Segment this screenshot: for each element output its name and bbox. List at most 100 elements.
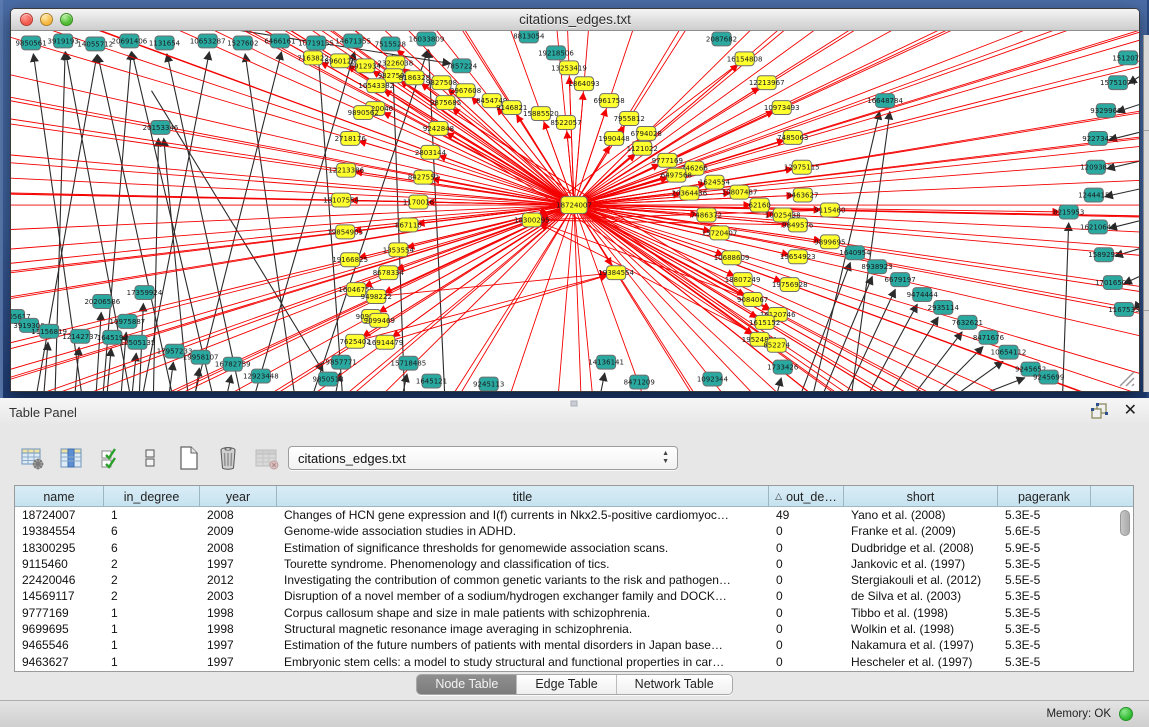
- table-toolbar: f(x): [20, 443, 319, 473]
- table-cell: Franke et al. (2009): [844, 523, 998, 539]
- node-label: 7857224: [446, 62, 478, 70]
- memory-ok-indicator-icon[interactable]: [1119, 707, 1133, 721]
- table-select-dropdown[interactable]: citations_edges.txt ▲▼: [288, 446, 678, 470]
- column-header-title[interactable]: title: [277, 486, 769, 507]
- node-label: 19384554: [598, 269, 634, 277]
- reference-edge[interactable]: [245, 54, 294, 391]
- citation-edge[interactable]: [574, 93, 583, 205]
- table-cell: Corpus callosum shape and size in male p…: [277, 605, 769, 621]
- node-label: 19854905: [327, 228, 363, 236]
- node-label: 12142737: [62, 333, 98, 341]
- table-cell: 2008: [200, 540, 277, 556]
- node-label: 9498222: [361, 293, 392, 301]
- column-header-short[interactable]: short: [844, 486, 998, 507]
- node-label: 16648784: [867, 97, 903, 105]
- node-label: 14671355: [335, 37, 371, 45]
- node-label: 3919193: [48, 37, 79, 45]
- dropdown-arrows-icon: ▲▼: [662, 450, 669, 466]
- column-header-out_de[interactable]: △out_de…: [769, 486, 844, 507]
- node-label: 2803144: [415, 149, 447, 157]
- table-row[interactable]: 911546021997Tourette syndrome. Phenomeno…: [15, 556, 1133, 572]
- table-cell: 9777169: [15, 605, 104, 621]
- table-cell: 2009: [200, 523, 277, 539]
- citation-edge[interactable]: [385, 275, 607, 342]
- table-row[interactable]: 977716911998Corpus callosum shape and si…: [15, 605, 1133, 621]
- node-attribute-table: namein_degreeyeartitle△out_de…shortpager…: [14, 485, 1134, 672]
- tab-node-table[interactable]: Node Table: [417, 675, 517, 694]
- table-cell: 5.9E-5: [998, 540, 1091, 556]
- column-header-pagerank[interactable]: pagerank: [998, 486, 1091, 507]
- node-label: 1864093: [568, 80, 599, 88]
- column-header-name[interactable]: name: [15, 486, 104, 507]
- node-label: 9875685: [430, 99, 461, 107]
- citation-edge[interactable]: [541, 220, 798, 225]
- node-label: 6497568: [661, 172, 692, 180]
- table-cell: 5.5E-5: [998, 572, 1091, 588]
- node-label: 1131654: [149, 39, 181, 47]
- reference-edge[interactable]: [1105, 189, 1139, 197]
- window-titlebar[interactable]: citations_edges.txt: [11, 9, 1139, 31]
- reference-edge[interactable]: [888, 317, 938, 391]
- merge-tables-button[interactable]: [137, 445, 163, 471]
- network-window[interactable]: citations_edges.txt 18724007716382289601…: [10, 8, 1140, 392]
- table-row[interactable]: 969969511998Structural magnetic resonanc…: [15, 621, 1133, 637]
- reference-edge[interactable]: [601, 373, 605, 391]
- show-columns-button[interactable]: [59, 445, 85, 471]
- node-label: 9827508: [426, 79, 457, 87]
- node-label: 17359924: [127, 289, 163, 297]
- reference-edge[interactable]: [778, 378, 781, 391]
- table-cell: 0: [769, 637, 844, 653]
- table-settings-button[interactable]: [20, 445, 46, 471]
- network-desktop: citations_edges.txt 18724007716382289601…: [0, 0, 1149, 398]
- table-row[interactable]: 1938455462009Genome-wide association stu…: [15, 523, 1133, 539]
- scrollbar-thumb[interactable]: [1120, 510, 1130, 536]
- tab-network-table[interactable]: Network Table: [617, 675, 732, 694]
- node-label: 9474444: [907, 291, 939, 299]
- close-panel-icon[interactable]: ✕: [1124, 403, 1137, 419]
- node-label: 1092344: [697, 376, 729, 384]
- table-cell: 5.3E-5: [998, 621, 1091, 637]
- reference-edge[interactable]: [132, 353, 136, 391]
- table-cell: Yano et al. (2008): [844, 507, 998, 523]
- reference-edge[interactable]: [318, 54, 342, 391]
- citation-edge[interactable]: [376, 274, 607, 297]
- column-header-in_degree[interactable]: in_degree: [104, 486, 200, 507]
- node-label: 1640954: [839, 249, 871, 257]
- delete-table-button[interactable]: [215, 445, 241, 471]
- table-row[interactable]: 946362711997Embryonic stem cells: a mode…: [15, 654, 1133, 670]
- splitter-handle-icon[interactable]: [567, 400, 581, 407]
- table-row[interactable]: 1456911722003Disruption of a novel membe…: [15, 588, 1133, 604]
- node-label: 8813054: [513, 32, 545, 40]
- column-header-year[interactable]: year: [200, 486, 277, 507]
- node-label: 19756928: [772, 281, 808, 289]
- table-cell: 2008: [200, 507, 277, 523]
- table-cell: 0: [769, 588, 844, 604]
- table-cell: Disruption of a novel member of a sodium…: [277, 588, 769, 604]
- reference-edge[interactable]: [975, 378, 1024, 391]
- table-row[interactable]: 946554611997Estimation of the future num…: [15, 637, 1133, 653]
- node-label: 1527602: [227, 39, 258, 47]
- reference-edge[interactable]: [170, 362, 174, 391]
- row-selection-button[interactable]: [98, 445, 124, 471]
- tab-edge-table[interactable]: Edge Table: [517, 675, 616, 694]
- table-cell: de Silva et al. (2003): [844, 588, 998, 604]
- node-label: 9099469: [364, 317, 395, 325]
- table-cell: Tourette syndrome. Phenomenology and cla…: [277, 556, 769, 572]
- node-label: 16914479: [367, 339, 403, 347]
- memory-status-label: Memory: OK: [1046, 708, 1111, 720]
- reference-edge[interactable]: [228, 375, 232, 391]
- resize-grip-icon[interactable]: [1117, 369, 1135, 387]
- table-cell: 19384554: [15, 523, 104, 539]
- table-cell: 14569117: [15, 588, 104, 604]
- node-label: 10973493: [764, 104, 800, 112]
- table-cell: Estimation of significance thresholds fo…: [277, 540, 769, 556]
- network-canvas[interactable]: 1872400771638228960128891293423226038982…: [11, 31, 1139, 391]
- table-row[interactable]: 1872400712008Changes of HCN gene express…: [15, 507, 1133, 523]
- table-scrollbar[interactable]: [1119, 509, 1131, 669]
- table-cell: Wolkin et al. (1998): [844, 621, 998, 637]
- float-window-icon[interactable]: [1091, 403, 1108, 419]
- reference-edge[interactable]: [912, 332, 962, 391]
- table-row[interactable]: 2242004622012Investigating the contribut…: [15, 572, 1133, 588]
- table-row[interactable]: 1830029562008Estimation of significance …: [15, 540, 1133, 556]
- new-table-button[interactable]: [176, 445, 202, 471]
